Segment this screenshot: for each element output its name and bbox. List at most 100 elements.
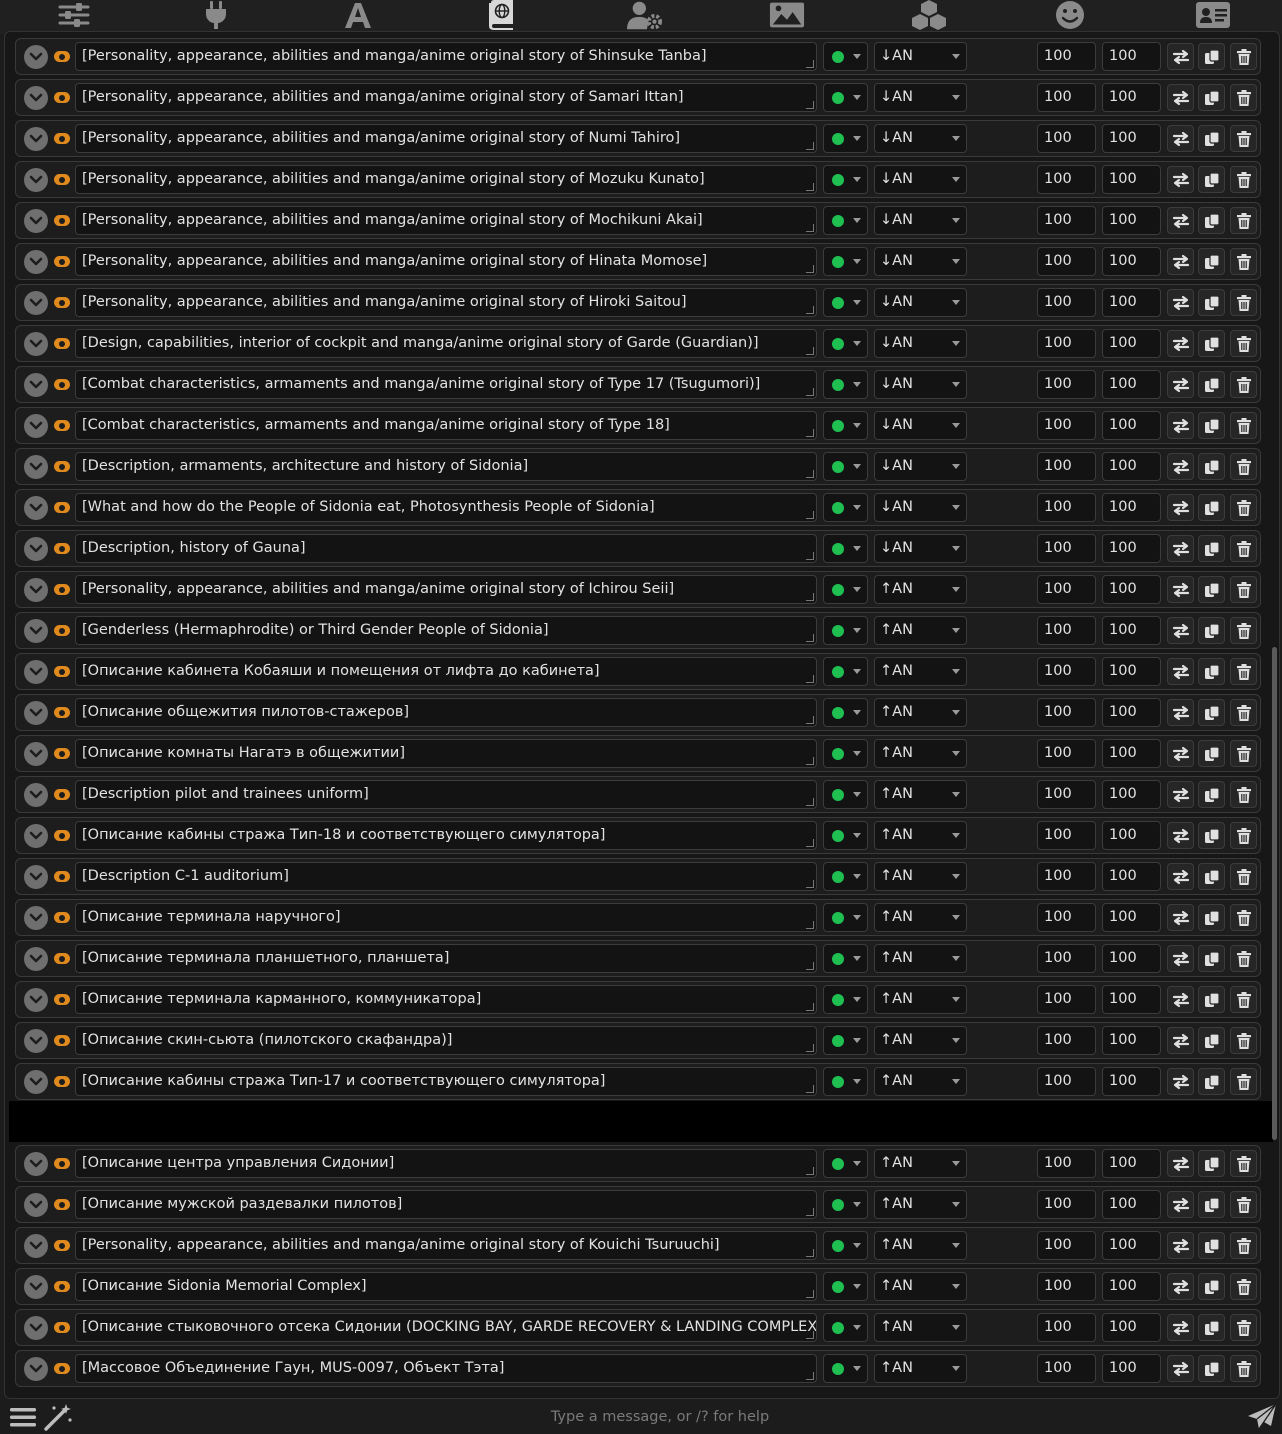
entry-depth-field[interactable]: 100: [1037, 821, 1096, 850]
entry-status-select[interactable]: [823, 165, 868, 194]
entry-order-field[interactable]: 100: [1102, 1067, 1161, 1096]
book-globe-icon[interactable]: [483, 0, 519, 30]
entry-position-select[interactable]: ↓AN: [874, 370, 967, 399]
entry-enable-toggle[interactable]: [54, 1363, 70, 1374]
delete-entry-icon[interactable]: [1230, 699, 1257, 726]
chevron-down-icon[interactable]: [24, 250, 48, 274]
duplicate-entry-icon[interactable]: [1198, 1027, 1225, 1054]
chevron-down-icon[interactable]: [24, 1070, 48, 1094]
entry-title-field[interactable]: [Combat characteristics, armaments and m…: [75, 370, 817, 399]
chevron-down-icon[interactable]: [24, 537, 48, 561]
entry-depth-field[interactable]: 100: [1037, 83, 1096, 112]
delete-entry-icon[interactable]: [1230, 1232, 1257, 1259]
entry-enable-toggle[interactable]: [54, 994, 70, 1005]
entry-order-field[interactable]: 100: [1102, 657, 1161, 686]
entry-depth-field[interactable]: 100: [1037, 165, 1096, 194]
chevron-down-icon[interactable]: [24, 1193, 48, 1217]
entry-status-select[interactable]: [823, 944, 868, 973]
entry-title-field[interactable]: [Personality, appearance, abilities and …: [75, 247, 817, 276]
entry-title-field[interactable]: [Design, capabilities, interior of cockp…: [75, 329, 817, 358]
duplicate-entry-icon[interactable]: [1198, 945, 1225, 972]
smile-icon[interactable]: [1052, 0, 1088, 30]
duplicate-entry-icon[interactable]: [1198, 371, 1225, 398]
duplicate-entry-icon[interactable]: [1198, 1150, 1225, 1177]
entry-order-field[interactable]: 100: [1102, 165, 1161, 194]
entry-title-field[interactable]: [Personality, appearance, abilities and …: [75, 575, 817, 604]
entry-order-field[interactable]: 100: [1102, 288, 1161, 317]
entry-enable-toggle[interactable]: [54, 912, 70, 923]
entry-enable-toggle[interactable]: [54, 133, 70, 144]
duplicate-entry-icon[interactable]: [1198, 166, 1225, 193]
entry-position-select[interactable]: ↓AN: [874, 452, 967, 481]
entry-depth-field[interactable]: 100: [1037, 698, 1096, 727]
entry-depth-field[interactable]: 100: [1037, 1354, 1096, 1383]
duplicate-entry-icon[interactable]: [1198, 1068, 1225, 1095]
entry-position-select[interactable]: ↓AN: [874, 493, 967, 522]
entry-order-field[interactable]: 100: [1102, 1026, 1161, 1055]
move-entry-icon[interactable]: [1167, 781, 1194, 808]
duplicate-entry-icon[interactable]: [1198, 658, 1225, 685]
move-entry-icon[interactable]: [1167, 658, 1194, 685]
entry-enable-toggle[interactable]: [54, 420, 70, 431]
move-entry-icon[interactable]: [1167, 822, 1194, 849]
delete-entry-icon[interactable]: [1230, 453, 1257, 480]
delete-entry-icon[interactable]: [1230, 740, 1257, 767]
move-entry-icon[interactable]: [1167, 1150, 1194, 1177]
chevron-down-icon[interactable]: [24, 947, 48, 971]
delete-entry-icon[interactable]: [1230, 125, 1257, 152]
message-input[interactable]: Type a message, or /? for help: [80, 1402, 1240, 1432]
entry-position-select[interactable]: ↑AN: [874, 1149, 967, 1178]
entry-position-select[interactable]: ↑AN: [874, 985, 967, 1014]
entry-title-field[interactable]: [Description, armaments, architecture an…: [75, 452, 817, 481]
entry-position-select[interactable]: ↓AN: [874, 288, 967, 317]
entry-depth-field[interactable]: 100: [1037, 493, 1096, 522]
magic-wand-icon[interactable]: [42, 1402, 74, 1434]
entry-order-field[interactable]: 100: [1102, 780, 1161, 809]
entry-depth-field[interactable]: 100: [1037, 411, 1096, 440]
delete-entry-icon[interactable]: [1230, 1150, 1257, 1177]
move-entry-icon[interactable]: [1167, 617, 1194, 644]
move-entry-icon[interactable]: [1167, 945, 1194, 972]
entry-order-field[interactable]: 100: [1102, 1149, 1161, 1178]
entry-title-field[interactable]: [Описание скин-сьюта (пилотского скафанд…: [75, 1026, 817, 1055]
entry-title-field[interactable]: [Описание кабинета Кобаяши и помещения о…: [75, 657, 817, 686]
entry-title-field[interactable]: [Personality, appearance, abilities and …: [75, 206, 817, 235]
entry-title-field[interactable]: [Combat characteristics, armaments and m…: [75, 411, 817, 440]
entry-order-field[interactable]: 100: [1102, 698, 1161, 727]
entry-title-field[interactable]: [Genderless (Hermaphrodite) or Third Gen…: [75, 616, 817, 645]
duplicate-entry-icon[interactable]: [1198, 1232, 1225, 1259]
entry-enable-toggle[interactable]: [54, 584, 70, 595]
entry-title-field[interactable]: [Описание комнаты Нагатэ в общежитии]: [75, 739, 817, 768]
chevron-down-icon[interactable]: [24, 660, 48, 684]
move-entry-icon[interactable]: [1167, 1232, 1194, 1259]
chevron-down-icon[interactable]: [24, 1316, 48, 1340]
delete-entry-icon[interactable]: [1230, 207, 1257, 234]
entry-order-field[interactable]: 100: [1102, 985, 1161, 1014]
entry-enable-toggle[interactable]: [54, 871, 70, 882]
entry-order-field[interactable]: 100: [1102, 329, 1161, 358]
entry-title-field[interactable]: [Описание центра управления Сидонии]: [75, 1149, 817, 1178]
move-entry-icon[interactable]: [1167, 1314, 1194, 1341]
duplicate-entry-icon[interactable]: [1198, 986, 1225, 1013]
entry-status-select[interactable]: [823, 411, 868, 440]
move-entry-icon[interactable]: [1167, 863, 1194, 890]
move-entry-icon[interactable]: [1167, 1191, 1194, 1218]
entry-depth-field[interactable]: 100: [1037, 944, 1096, 973]
delete-entry-icon[interactable]: [1230, 822, 1257, 849]
duplicate-entry-icon[interactable]: [1198, 822, 1225, 849]
sliders-icon[interactable]: [56, 0, 92, 30]
delete-entry-icon[interactable]: [1230, 1273, 1257, 1300]
entry-depth-field[interactable]: 100: [1037, 1026, 1096, 1055]
entry-title-field[interactable]: [Описание мужской раздевалки пилотов]: [75, 1190, 817, 1219]
chevron-down-icon[interactable]: [24, 865, 48, 889]
entry-enable-toggle[interactable]: [54, 625, 70, 636]
duplicate-entry-icon[interactable]: [1198, 84, 1225, 111]
entry-position-select[interactable]: ↑AN: [874, 1272, 967, 1301]
delete-entry-icon[interactable]: [1230, 494, 1257, 521]
duplicate-entry-icon[interactable]: [1198, 863, 1225, 890]
entry-position-select[interactable]: ↑AN: [874, 575, 967, 604]
entry-depth-field[interactable]: 100: [1037, 247, 1096, 276]
entry-enable-toggle[interactable]: [54, 461, 70, 472]
entry-status-select[interactable]: [823, 452, 868, 481]
duplicate-entry-icon[interactable]: [1198, 330, 1225, 357]
